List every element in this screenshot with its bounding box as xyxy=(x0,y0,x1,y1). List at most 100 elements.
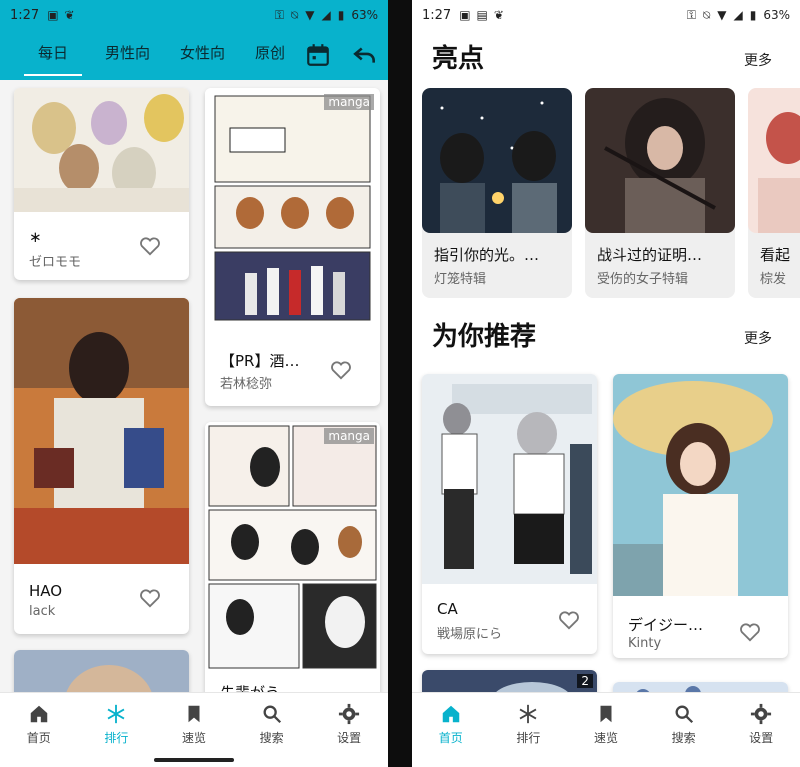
nav-label: 设置 xyxy=(749,731,774,745)
nav-label: 速览 xyxy=(593,731,618,745)
nav-label: 搜索 xyxy=(671,731,696,745)
manga-card[interactable]: manga 先輩がう xyxy=(205,422,380,694)
bookmark-icon xyxy=(188,705,200,723)
snowflake-icon xyxy=(519,704,537,724)
illust-card[interactable]: デイジー… Kinty xyxy=(613,374,788,658)
search-icon xyxy=(675,705,693,724)
snowflake-icon xyxy=(107,704,125,724)
ranking-screen: 1:27 ▣ ❦ ⚿ ⍉ ▼ ◢ ▮ 63% 每日 男性向 女性向 原创 ∗ ゼ… xyxy=(0,0,388,767)
nav-label: 排行 xyxy=(516,731,541,745)
highlight-title: 指引你的光。… xyxy=(434,246,540,264)
status-time: 1:27 xyxy=(10,7,40,23)
nav-label: 搜索 xyxy=(259,731,284,745)
nav-settings[interactable]: 设置 xyxy=(310,693,388,767)
highlight-thumbnail xyxy=(585,88,735,233)
nav-home[interactable]: 首页 xyxy=(0,693,78,767)
battery-icon: ▮ xyxy=(749,8,757,22)
nav-browse[interactable]: 速览 xyxy=(155,693,233,767)
mute-icon: ⍉ xyxy=(291,7,299,22)
heart-icon[interactable] xyxy=(139,236,161,256)
gear-icon xyxy=(751,703,772,725)
signal-icon: ◢ xyxy=(321,8,331,22)
tab-male[interactable]: 男性向 xyxy=(90,30,165,80)
highlight-thumbnail xyxy=(422,88,572,233)
image-icon: ▤ xyxy=(476,8,488,22)
illust-title: HAO xyxy=(29,582,63,600)
nav-home[interactable]: 首页 xyxy=(412,693,490,767)
highlight-thumbnail xyxy=(748,88,800,233)
nav-label: 首页 xyxy=(438,731,463,745)
undo-icon[interactable] xyxy=(352,42,378,68)
gear-icon xyxy=(339,703,360,725)
highlights-heading: 亮点 xyxy=(432,44,485,74)
nav-label: 速览 xyxy=(181,731,206,745)
battery-icon: ▮ xyxy=(337,8,345,22)
heart-icon[interactable] xyxy=(558,610,580,630)
nav-ranking[interactable]: 排行 xyxy=(490,693,568,767)
nav-search[interactable]: 搜索 xyxy=(233,693,311,767)
illust-title: デイジー… xyxy=(628,616,704,634)
illust-card[interactable]: ∗ ゼロモモ xyxy=(14,88,189,280)
calendar-icon[interactable] xyxy=(305,42,331,68)
status-bar: 1:27 ▣ ❦ ⚿ ⍉ ▼ ◢ ▮ 63% xyxy=(0,0,388,30)
recommend-more-link[interactable]: 更多 xyxy=(744,328,772,348)
app-notification-icon: ▣ xyxy=(47,8,59,22)
manga-card[interactable]: manga 【PR】酒… 若林稔弥 xyxy=(205,88,380,406)
nav-label: 首页 xyxy=(26,731,51,745)
page-count-badge: 2 xyxy=(577,674,593,688)
heart-icon[interactable] xyxy=(139,588,161,608)
twitter-icon: ❦ xyxy=(493,8,504,22)
ranking-feed: ∗ ゼロモモ HAO lack manga 【PR】酒… 若林稔弥 manga … xyxy=(0,80,388,694)
home-icon xyxy=(30,705,48,723)
bottom-navigation: 首页 排行 速览 搜索 设置 xyxy=(0,692,388,767)
search-icon xyxy=(263,705,281,724)
manga-thumbnail xyxy=(205,422,380,672)
highlight-card[interactable]: 看起 棕发 xyxy=(748,88,800,298)
key-icon: ⚿ xyxy=(686,7,697,22)
home-icon xyxy=(442,705,460,723)
illust-thumbnail xyxy=(422,374,597,584)
manga-badge: manga xyxy=(324,94,374,110)
illust-card[interactable]: CA 戦場原にら xyxy=(422,374,597,654)
tab-original[interactable]: 原创 xyxy=(240,30,300,80)
illust-thumbnail xyxy=(14,88,189,212)
nav-search[interactable]: 搜索 xyxy=(645,693,723,767)
highlight-subtitle: 受伤的女子特辑 xyxy=(597,272,689,287)
highlight-title: 战斗过的证明… xyxy=(597,246,703,264)
highlight-card[interactable]: 战斗过的证明… 受伤的女子特辑 xyxy=(585,88,735,298)
key-icon: ⚿ xyxy=(274,7,285,22)
nav-label: 排行 xyxy=(104,731,129,745)
status-time: 1:27 xyxy=(422,7,452,23)
wifi-icon: ▼ xyxy=(305,8,315,22)
illust-author: lack xyxy=(29,604,56,619)
bookmark-icon xyxy=(600,705,612,723)
highlight-subtitle: 棕发 xyxy=(760,272,787,287)
illust-card[interactable] xyxy=(14,650,189,694)
illust-thumbnail xyxy=(14,298,189,564)
status-bar: 1:27 ▣ ▤ ❦ ⚿ ⍉ ▼ ◢ ▮ 63% xyxy=(412,0,800,30)
nav-browse[interactable]: 速览 xyxy=(567,693,645,767)
twitter-icon: ❦ xyxy=(64,8,75,22)
illust-card[interactable]: HAO lack xyxy=(14,298,189,634)
illust-thumbnail xyxy=(14,650,189,694)
illust-thumbnail xyxy=(613,374,788,596)
nav-label: 设置 xyxy=(337,731,362,745)
tab-female[interactable]: 女性向 xyxy=(165,30,240,80)
heart-icon[interactable] xyxy=(739,622,761,642)
battery-percent: 63% xyxy=(351,8,378,22)
manga-badge: manga xyxy=(324,428,374,444)
highlights-more-link[interactable]: 更多 xyxy=(744,50,772,70)
tab-daily[interactable]: 每日 xyxy=(16,30,90,80)
highlight-subtitle: 灯笼特辑 xyxy=(434,272,487,287)
nav-settings[interactable]: 设置 xyxy=(722,693,800,767)
nav-ranking[interactable]: 排行 xyxy=(78,693,156,767)
highlight-title: 看起 xyxy=(760,246,791,264)
illust-author: ゼロモモ xyxy=(29,255,82,270)
recommend-heading: 为你推荐 xyxy=(432,322,537,352)
app-notification-icon: ▣ xyxy=(459,8,471,22)
illust-title: ∗ xyxy=(29,228,42,246)
manga-thumbnail xyxy=(205,88,380,324)
wifi-icon: ▼ xyxy=(717,8,727,22)
highlight-card[interactable]: 指引你的光。… 灯笼特辑 xyxy=(422,88,572,298)
heart-icon[interactable] xyxy=(330,360,352,380)
